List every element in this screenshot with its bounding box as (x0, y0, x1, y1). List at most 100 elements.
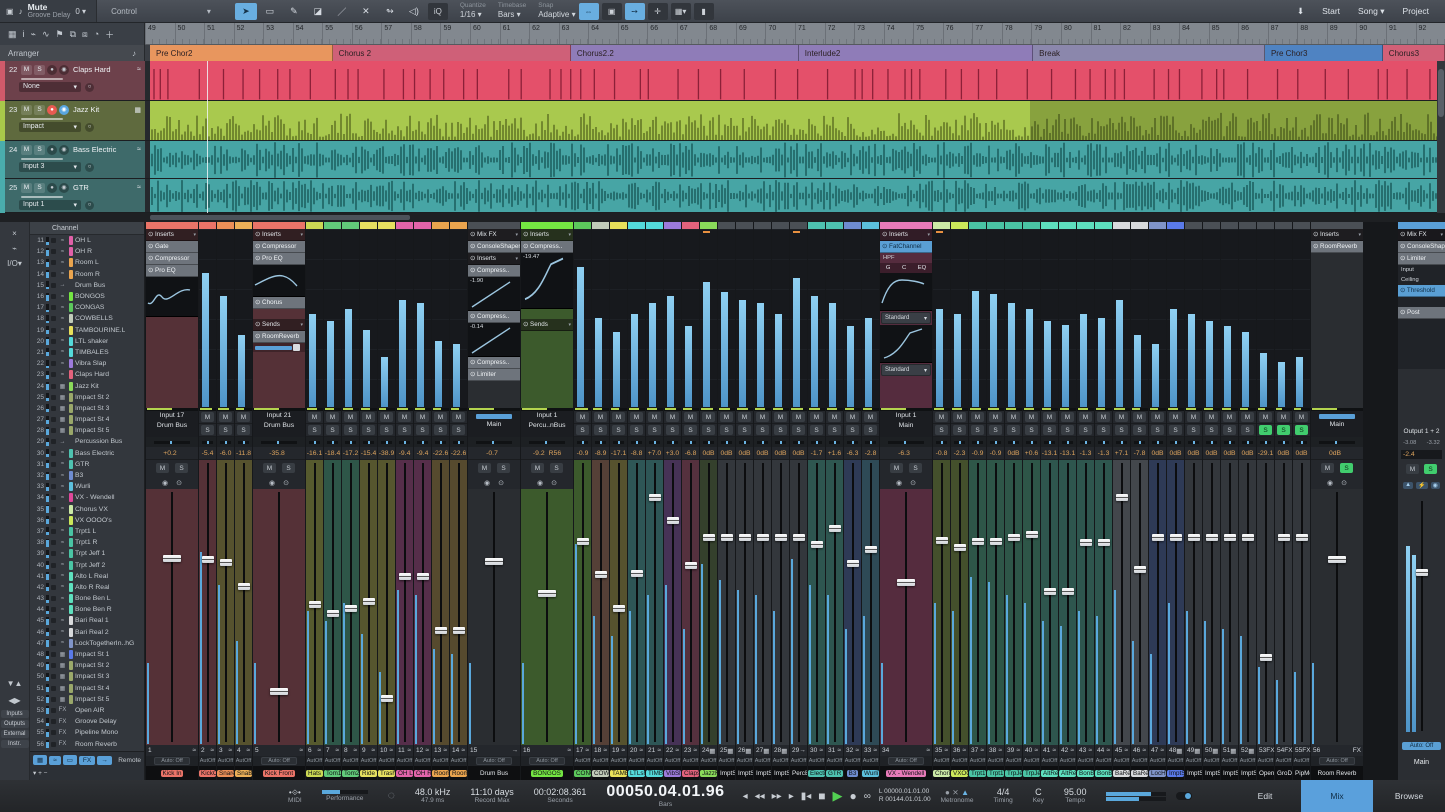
track-record-arm-button[interactable]: ● (47, 104, 57, 115)
strip-name-label[interactable]: Ride (360, 769, 377, 777)
pan-control[interactable] (610, 437, 627, 447)
mute-button[interactable]: M (890, 463, 903, 473)
channel-list-row[interactable]: 53 FX Open AIR (30, 705, 144, 716)
mute-button[interactable]: M (1007, 412, 1020, 422)
solo-button[interactable]: S (550, 463, 563, 473)
arranger-section[interactable]: Chorus3 (1382, 45, 1445, 61)
channel-fader[interactable] (1239, 460, 1256, 745)
channel-fader[interactable] (199, 460, 216, 745)
fader-cap[interactable] (1115, 493, 1128, 501)
project-page-button[interactable]: Project (1403, 6, 1429, 16)
gain-value[interactable]: 0dB (790, 447, 807, 460)
strip-io-routing[interactable]: Input 17 Drum Bus (146, 411, 198, 437)
insert-slot[interactable]: ⊙ Limiter (1398, 253, 1445, 265)
gain-value[interactable]: -6.8 (682, 447, 699, 460)
gain-value[interactable]: 0dB (718, 447, 735, 460)
pan-control[interactable] (700, 437, 717, 447)
strip-name-label[interactable]: ImptSt (718, 770, 735, 777)
fader-cap[interactable] (756, 534, 769, 542)
mute-button[interactable]: M (362, 412, 375, 422)
strip-name-label[interactable]: BonBe (1077, 769, 1094, 777)
control-dropdown[interactable]: Control ▾ (97, 7, 225, 16)
track-monitor-button[interactable]: ◉ (59, 64, 69, 75)
ruler-tick[interactable]: 52 (233, 23, 264, 44)
fader-cap[interactable] (630, 570, 643, 578)
input-quantize-button[interactable]: iQ (427, 2, 448, 20)
strip-name-label[interactable]: LTLsh (628, 769, 645, 777)
master-output-label[interactable]: Output 1 + 2 (1398, 428, 1445, 435)
fader-cap[interactable] (684, 562, 697, 570)
channel-list-row[interactable]: 16 ≈ BONGOS (30, 291, 144, 302)
automation-mode[interactable]: AutOff (1239, 756, 1256, 766)
track-mute-button[interactable]: M (21, 182, 32, 193)
ruler-tick[interactable]: 82 (1120, 23, 1150, 44)
channel-fader[interactable] (324, 460, 341, 745)
gain-pan-values[interactable]: -9.2 R56 (521, 447, 573, 460)
mute-button[interactable]: M (702, 412, 715, 422)
solo-button[interactable]: S (909, 463, 922, 473)
gain-pan-values[interactable]: 0dB (1311, 447, 1363, 460)
solo-button[interactable]: S (497, 463, 510, 473)
ruler-tick[interactable]: 67 (676, 23, 707, 44)
pan-control[interactable] (862, 437, 879, 447)
mute-button[interactable]: M (1321, 463, 1334, 473)
solo-button[interactable]: S (864, 425, 877, 435)
gain-value[interactable]: 0dB (1239, 447, 1256, 460)
channel-list-row[interactable]: 18 ≈ COWBELLS (30, 313, 144, 324)
fader-cap[interactable] (1295, 534, 1308, 542)
master-solo-button[interactable]: S (1424, 464, 1437, 474)
fader-cap[interactable] (344, 605, 357, 613)
automation-mode[interactable]: AutOff (1185, 756, 1202, 766)
pan-control[interactable] (324, 437, 341, 447)
pan-control[interactable] (987, 437, 1004, 447)
strip-name-label[interactable]: JazzK (700, 769, 717, 777)
mute-button[interactable]: M (630, 412, 643, 422)
track-mute-button[interactable]: M (21, 144, 32, 155)
ruler-tick[interactable]: 89 (1326, 23, 1357, 44)
track-monitor-button[interactable]: ◉ (59, 182, 69, 193)
channel-list-row[interactable]: 44 ≈ Bone Ben R (30, 604, 144, 615)
automation-mode[interactable]: AutOff (306, 756, 323, 766)
solo-button[interactable]: S (630, 425, 643, 435)
automation-mode[interactable]: AutOff (933, 756, 950, 766)
tab-console-icon[interactable]: ▦ (33, 755, 48, 765)
mute-button[interactable]: M (1061, 412, 1074, 422)
arranger-section[interactable]: Pre Chor2 (150, 45, 333, 61)
tempo-display[interactable]: 95.00 Tempo (1064, 787, 1087, 805)
channel-fader[interactable] (1221, 460, 1238, 745)
plugin-curve-display[interactable]: -0.14 (468, 323, 520, 357)
automation-mode[interactable]: AutOff (450, 756, 467, 766)
channel-list-row[interactable]: 55 FX Pipeline Mono (30, 727, 144, 738)
strip-io-routing[interactable]: Input 1 Main (880, 411, 932, 437)
gain-value[interactable]: -6.3 (844, 447, 861, 460)
fader-cap[interactable] (270, 688, 288, 696)
solo-button[interactable]: S (612, 425, 625, 435)
pan-control[interactable] (1293, 437, 1310, 447)
channel-fader[interactable] (754, 460, 771, 745)
fader-cap[interactable] (792, 534, 805, 542)
panel-header[interactable]: ⊙ Sends ▾ (253, 319, 305, 331)
mute-button[interactable]: M (1151, 412, 1164, 422)
ruler-tick[interactable]: 49 (145, 23, 175, 44)
channel-fader[interactable] (772, 460, 789, 745)
solo-button[interactable]: S (398, 425, 411, 435)
channel-list-row[interactable]: 37 ≈ Trpt1 L (30, 526, 144, 537)
talkback-icon[interactable]: ⚡ (1416, 482, 1428, 489)
automation-mode[interactable]: Auto: Off (468, 756, 520, 766)
mute-button[interactable]: M (398, 412, 411, 422)
loop-range-display[interactable]: L 00000.01.01.00 R 00144.01.01.00 (879, 788, 931, 805)
fader-cap[interactable] (1328, 555, 1346, 563)
strip-io-routing[interactable]: Input 21 Drum Bus (253, 411, 305, 437)
pan-control[interactable] (790, 437, 807, 447)
mute-button[interactable]: M (1241, 412, 1254, 422)
panel-header[interactable]: ⊙ Mix FX ▾ (1398, 229, 1445, 241)
panel-header[interactable]: ⊙ Sends ▾ (521, 319, 573, 331)
strip-name-label[interactable]: GroDel (1275, 770, 1292, 777)
fader-cap[interactable] (201, 556, 214, 564)
solo-button[interactable]: S (416, 425, 429, 435)
solo-button[interactable]: S (362, 425, 375, 435)
tab-bus-icon[interactable]: → (97, 755, 112, 765)
pan-control[interactable] (951, 437, 968, 447)
strip-name-label[interactable]: VX - Wendell (885, 769, 927, 777)
crosshair-toggle[interactable]: ✛ (647, 2, 668, 20)
